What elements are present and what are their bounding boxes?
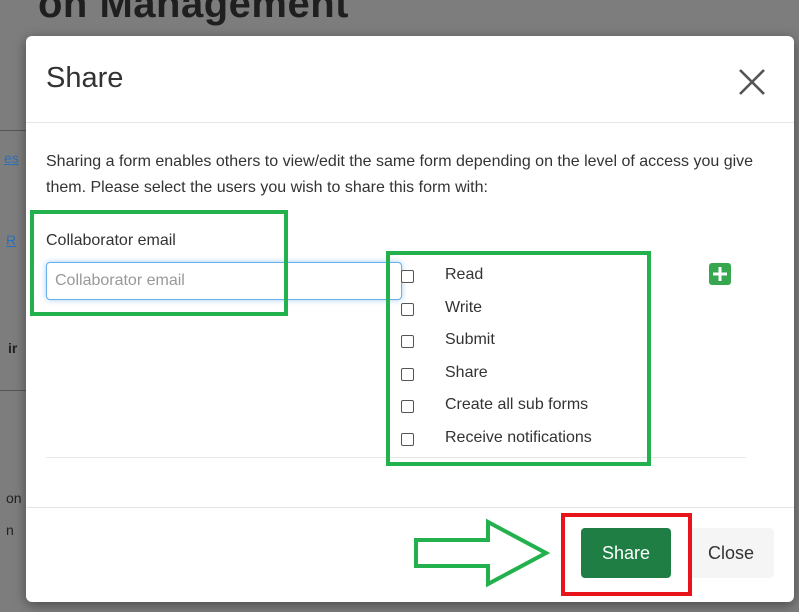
close-button[interactable]: Close <box>688 528 774 578</box>
add-collaborator-button[interactable] <box>709 263 731 285</box>
permission-read[interactable]: Read <box>399 262 659 295</box>
write-checkbox[interactable] <box>401 302 414 316</box>
receive-notifications-checkbox[interactable] <box>401 432 414 446</box>
permission-write[interactable]: Write <box>399 295 659 328</box>
collaborator-email-label: Collaborator email <box>46 232 176 249</box>
collaborator-email-input[interactable] <box>46 262 402 300</box>
background-link[interactable]: es <box>4 150 19 166</box>
share-dialog: Share Sharing a form enables others to v… <box>26 36 794 602</box>
share-description: Sharing a form enables others to view/ed… <box>46 153 754 196</box>
background-text: n <box>6 522 14 538</box>
close-x-icon[interactable] <box>736 66 768 98</box>
share-button[interactable]: Share <box>581 528 671 578</box>
background-divider <box>0 390 26 391</box>
background-divider <box>0 130 26 131</box>
permission-label: Submit <box>445 331 495 348</box>
permission-label: Share <box>445 363 488 381</box>
permission-share[interactable]: Share <box>399 360 659 393</box>
permission-list: Read Write Submit Share Create all sub f… <box>399 262 659 457</box>
dialog-title: Share <box>46 62 124 94</box>
submit-checkbox[interactable] <box>401 335 414 348</box>
plus-icon <box>713 267 727 281</box>
background-link[interactable]: R <box>6 232 16 248</box>
permission-label: Write <box>445 298 483 316</box>
background-page-title: on Management <box>38 0 349 26</box>
create-sub-forms-checkbox[interactable] <box>401 400 414 413</box>
dialog-header: Share <box>26 36 794 123</box>
permission-submit[interactable]: Submit <box>399 327 659 360</box>
dialog-footer <box>26 507 794 603</box>
permission-label: Read <box>445 266 484 283</box>
background-text: on <box>6 490 22 506</box>
read-checkbox[interactable] <box>401 270 414 283</box>
permission-create-sub-forms[interactable]: Create all sub forms <box>399 392 659 425</box>
permission-label: Receive notifications <box>445 428 592 446</box>
permission-receive-notifications[interactable]: Receive notifications <box>399 425 659 458</box>
permission-label: Create all sub forms <box>445 396 589 413</box>
background-text: ir <box>8 340 18 356</box>
share-checkbox[interactable] <box>401 367 414 381</box>
dialog-body-separator <box>46 457 746 458</box>
